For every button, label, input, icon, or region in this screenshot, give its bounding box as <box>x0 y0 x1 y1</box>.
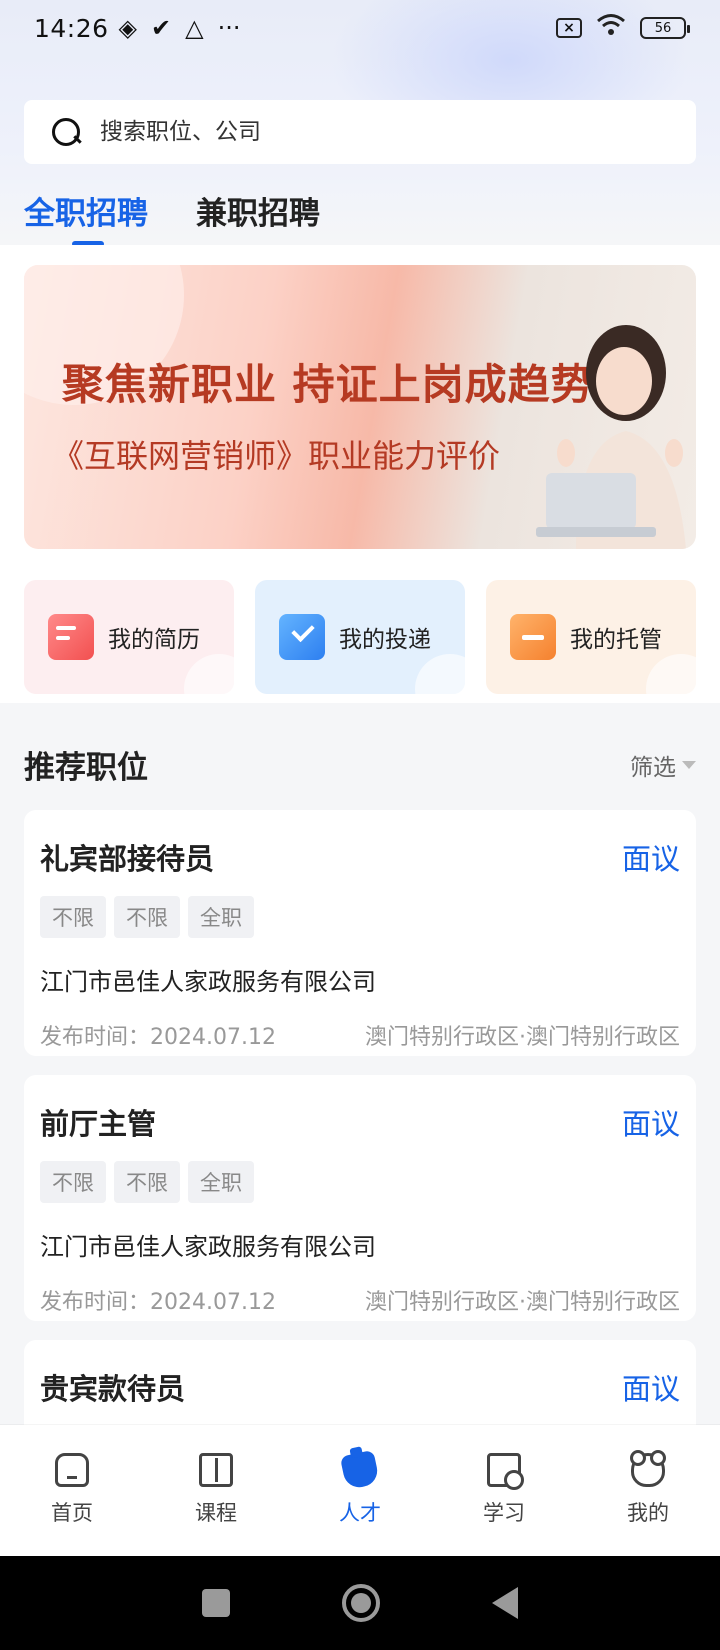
caret-down-icon <box>682 760 696 769</box>
back-button[interactable] <box>492 1587 518 1619</box>
job-company: 江门市邑佳人家政服务有限公司 <box>40 1233 376 1261</box>
job-salary: 面议 <box>621 1372 680 1406</box>
job-title: 贵宾款待员 <box>40 1372 186 1406</box>
triangle-notification-icon: △ <box>185 14 204 42</box>
send-icon <box>279 614 325 660</box>
nav-label: 我的 <box>627 1501 669 1525</box>
job-tag: 全职 <box>188 1161 254 1203</box>
app-notification-icon: ◈ <box>118 14 138 42</box>
more-notifications-icon: ··· <box>217 14 241 42</box>
search-bar[interactable] <box>24 100 696 164</box>
nav-label: 首页 <box>51 1501 93 1525</box>
job-type-tabs: 全职招聘 兼职招聘 <box>24 188 320 247</box>
job-tag: 不限 <box>114 896 180 938</box>
book-icon <box>199 1453 233 1487</box>
status-time: 14:26 <box>34 13 109 43</box>
home-icon <box>55 1453 89 1487</box>
quick-actions: 我的简历 我的投递 我的托管 <box>24 580 696 694</box>
banner-title: 聚焦新职业 持证上岗成趋势 <box>62 360 594 409</box>
nav-label: 人才 <box>339 1501 381 1525</box>
job-salary: 面议 <box>621 1107 680 1141</box>
my-trust-label: 我的托管 <box>570 627 662 653</box>
banner-subtitle: 《互联网营销师》职业能力评价 <box>52 437 501 475</box>
job-tags: 不限 不限 全职 <box>40 896 680 938</box>
trust-icon <box>510 614 556 660</box>
recommended-header: 推荐职位 筛选 <box>24 742 696 787</box>
search-icon <box>52 118 80 146</box>
job-location: 澳门特别行政区·澳门特别行政区 <box>365 1290 680 1315</box>
job-date: 发布时间：2024.07.12 <box>40 1025 276 1050</box>
promo-banner[interactable]: 聚焦新职业 持证上岗成趋势 《互联网营销师》职业能力评价 <box>24 265 696 549</box>
battery-icon: 56 <box>640 17 690 39</box>
my-resume-button[interactable]: 我的简历 <box>24 580 234 694</box>
job-tag: 不限 <box>114 1161 180 1203</box>
job-tag: 不限 <box>40 1161 106 1203</box>
bottom-navigation: 首页 课程 人才 学习 我的 <box>0 1425 720 1556</box>
job-location: 澳门特别行政区·澳门特别行政区 <box>365 1025 680 1050</box>
job-title: 前厅主管 <box>40 1107 157 1141</box>
search-input[interactable] <box>100 119 660 145</box>
check-notification-icon: ✔ <box>151 14 172 42</box>
no-sim-icon: × <box>556 18 582 38</box>
wifi-icon <box>596 13 626 43</box>
nav-study[interactable]: 学习 <box>454 1453 554 1527</box>
nav-home[interactable]: 首页 <box>22 1453 122 1527</box>
job-title: 礼宾部接待员 <box>40 842 215 876</box>
status-bar: 14:26 ◈ ✔ △ ··· × 56 <box>0 0 720 56</box>
resume-icon <box>48 614 94 660</box>
filter-button[interactable]: 筛选 <box>630 748 696 782</box>
job-card[interactable]: 前厅主管 面议 不限 不限 全职 江门市邑佳人家政服务有限公司 发布时间：202… <box>24 1075 696 1321</box>
my-resume-label: 我的简历 <box>108 627 200 653</box>
job-company: 江门市邑佳人家政服务有限公司 <box>40 968 376 996</box>
nav-label: 课程 <box>195 1501 237 1525</box>
talent-icon <box>339 1449 381 1491</box>
tab-part-time[interactable]: 兼职招聘 <box>196 188 320 247</box>
status-notification-icons: ◈ ✔ △ ··· <box>119 14 241 42</box>
job-salary: 面议 <box>621 842 680 876</box>
banner-person-illustration <box>536 325 686 549</box>
job-date: 发布时间：2024.07.12 <box>40 1290 276 1315</box>
nav-label: 学习 <box>483 1501 525 1525</box>
system-navigation-bar <box>0 1556 720 1650</box>
nav-courses[interactable]: 课程 <box>166 1453 266 1527</box>
my-trust-button[interactable]: 我的托管 <box>486 580 696 694</box>
my-applications-button[interactable]: 我的投递 <box>255 580 465 694</box>
recent-apps-button[interactable] <box>202 1589 230 1617</box>
nav-talent[interactable]: 人才 <box>310 1449 410 1527</box>
study-icon <box>487 1453 524 1490</box>
nav-mine[interactable]: 我的 <box>598 1450 698 1527</box>
my-applications-label: 我的投递 <box>339 627 431 653</box>
job-tag: 全职 <box>188 896 254 938</box>
tab-full-time[interactable]: 全职招聘 <box>24 188 148 247</box>
filter-label: 筛选 <box>630 754 676 781</box>
home-button[interactable] <box>342 1584 380 1622</box>
job-tag: 不限 <box>40 896 106 938</box>
job-tags: 不限 不限 全职 <box>40 1161 680 1203</box>
profile-icon <box>630 1450 666 1487</box>
job-card[interactable]: 礼宾部接待员 面议 不限 不限 全职 江门市邑佳人家政服务有限公司 发布时间：2… <box>24 810 696 1056</box>
section-title: 推荐职位 <box>24 750 148 786</box>
